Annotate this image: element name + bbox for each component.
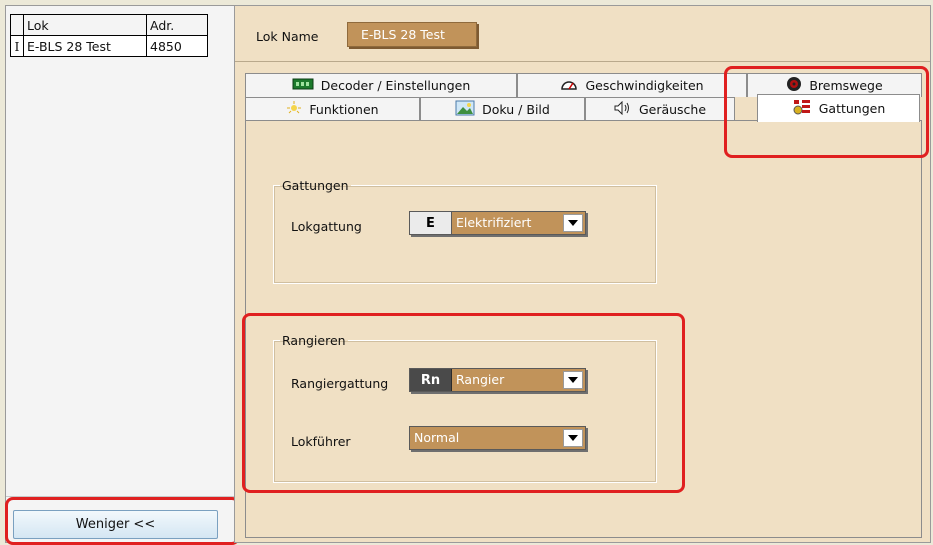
brake-icon	[786, 76, 802, 95]
loco-table-header: Lok Adr.	[10, 14, 208, 36]
tab-label: Doku / Bild	[482, 101, 550, 117]
lok-name-label: Lok Name	[256, 29, 319, 44]
rangieren-group: Rangieren	[273, 333, 657, 483]
lokgattung-label: Lokgattung	[291, 219, 362, 234]
lokfuehrer-select[interactable]: Normal	[409, 426, 586, 450]
rangiergattung-code: Rn	[410, 369, 452, 391]
image-icon	[455, 100, 475, 119]
tab-label: Geschwindigkeiten	[585, 78, 704, 93]
table-row[interactable]: I E-BLS 28 Test 4850	[10, 35, 208, 57]
tab-sounds[interactable]: Geräusche	[585, 97, 735, 120]
gattungen-group-title: Gattungen	[282, 178, 349, 193]
decoder-chip-icon	[292, 78, 314, 93]
loco-name-cell[interactable]: E-BLS 28 Test	[23, 35, 147, 57]
lokgattung-value: Elektrifiziert	[456, 215, 532, 230]
speedometer-icon	[560, 77, 578, 94]
column-header-lok[interactable]: Lok	[23, 14, 147, 36]
loco-list-panel: Lok Adr. I E-BLS 28 Test 4850	[5, 5, 235, 543]
loco-details-panel: Lok Name E-BLS 28 Test Decoder / Einstel…	[234, 5, 931, 543]
rangiergattung-value: Rangier	[456, 372, 505, 387]
chevron-down-icon[interactable]	[563, 429, 583, 447]
tab-docs[interactable]: Doku / Bild	[420, 97, 585, 120]
functions-icon	[286, 100, 302, 118]
lokgattung-code: E	[410, 212, 452, 234]
chevron-down-icon[interactable]	[563, 371, 583, 389]
tab-decoder[interactable]: Decoder / Einstellungen	[245, 73, 517, 97]
chevron-down-icon[interactable]	[563, 214, 583, 232]
rangieren-group-title: Rangieren	[282, 333, 346, 348]
tab-speed[interactable]: Geschwindigkeiten	[517, 73, 747, 97]
divider	[235, 61, 930, 62]
tab-label: Gattungen	[818, 101, 886, 116]
loco-address-cell[interactable]: 4850	[146, 35, 208, 57]
tab-label: Geräusche	[638, 101, 707, 117]
tab-label: Funktionen	[309, 101, 379, 117]
tab-classes[interactable]: Gattungen	[757, 94, 920, 122]
lokgattung-select[interactable]: E Elektrifiziert	[409, 211, 586, 235]
less-button[interactable]: Weniger <<	[13, 510, 218, 539]
tab-functions[interactable]: Funktionen	[245, 97, 420, 120]
row-marker-header	[10, 14, 24, 36]
tab-content-gattungen: Gattungen Lokgattung E Elektrifiziert Ra…	[245, 120, 922, 538]
tab-label: Bremswege	[809, 78, 883, 93]
tab-label: Decoder / Einstellungen	[320, 78, 471, 93]
speaker-icon	[614, 100, 632, 118]
lokfuehrer-label: Lokführer	[291, 434, 351, 449]
lok-name-field[interactable]: E-BLS 28 Test	[347, 22, 477, 47]
rangiergattung-label: Rangiergattung	[291, 376, 389, 391]
classes-icon	[792, 98, 812, 119]
loco-table: Lok Adr. I E-BLS 28 Test 4850	[10, 14, 208, 57]
lokfuehrer-value: Normal	[414, 430, 460, 445]
column-header-address[interactable]: Adr.	[146, 14, 208, 36]
rangiergattung-select[interactable]: Rn Rangier	[409, 368, 586, 392]
divider	[6, 496, 234, 497]
row-marker: I	[10, 35, 24, 57]
